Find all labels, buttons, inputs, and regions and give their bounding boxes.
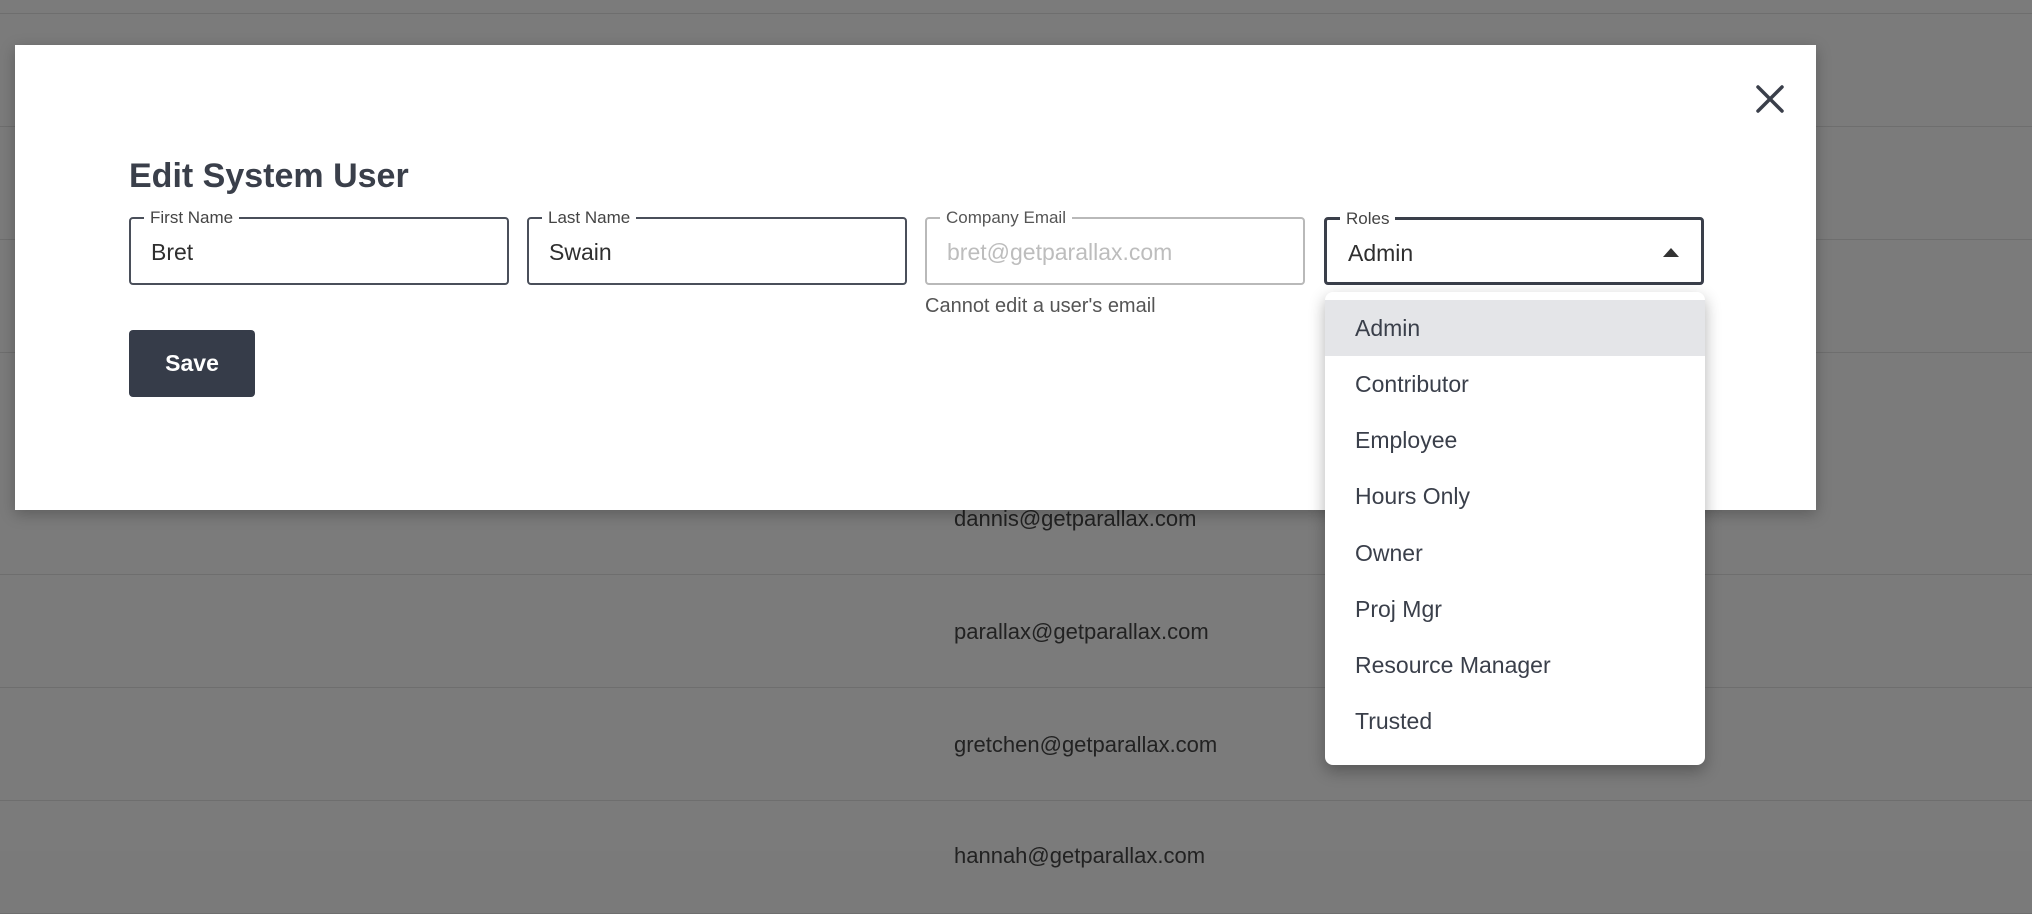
last-name-value[interactable]: Swain — [549, 239, 612, 266]
role-option-contributor[interactable]: Contributor — [1325, 356, 1705, 412]
role-option-admin[interactable]: Admin — [1325, 300, 1705, 357]
company-email-label: Company Email — [940, 209, 1072, 227]
role-option-owner[interactable]: Owner — [1325, 525, 1705, 581]
user-email-cell: gretchen@getparallax.com — [954, 732, 1218, 757]
user-email-cell: hannah@getparallax.com — [954, 843, 1206, 868]
roles-dropdown-menu: Admin Contributor Employee Hours Only Ow… — [1325, 292, 1705, 765]
role-option-employee[interactable]: Employee — [1325, 413, 1705, 469]
role-option-trusted[interactable]: Trusted — [1325, 694, 1705, 750]
role-option-proj-mgr[interactable]: Proj Mgr — [1325, 581, 1705, 637]
first-name-field[interactable]: First Name Bret — [129, 209, 509, 285]
table-row — [0, 0, 2032, 14]
user-email-cell: parallax@getparallax.com — [954, 619, 1209, 644]
close-icon — [1756, 85, 1784, 113]
company-email-field: Company Email bret@getparallax.com — [925, 209, 1305, 285]
last-name-field[interactable]: Last Name Swain — [527, 209, 907, 285]
role-option-resource-manager[interactable]: Resource Manager — [1325, 638, 1705, 694]
caret-up-icon[interactable] — [1663, 248, 1679, 257]
close-button[interactable] — [1748, 77, 1792, 121]
email-helper-text: Cannot edit a user's email — [925, 295, 1156, 317]
company-email-value: bret@getparallax.com — [947, 239, 1173, 265]
last-name-label: Last Name — [542, 209, 637, 227]
roles-select[interactable]: Roles Admin — [1324, 210, 1704, 285]
roles-value[interactable]: Admin — [1348, 240, 1413, 267]
save-button[interactable]: Save — [129, 330, 255, 397]
modal-title: Edit System User — [129, 157, 409, 195]
first-name-value[interactable]: Bret — [151, 239, 193, 266]
first-name-label: First Name — [144, 209, 240, 227]
roles-label: Roles — [1340, 210, 1396, 228]
role-option-hours-only[interactable]: Hours Only — [1325, 469, 1705, 525]
